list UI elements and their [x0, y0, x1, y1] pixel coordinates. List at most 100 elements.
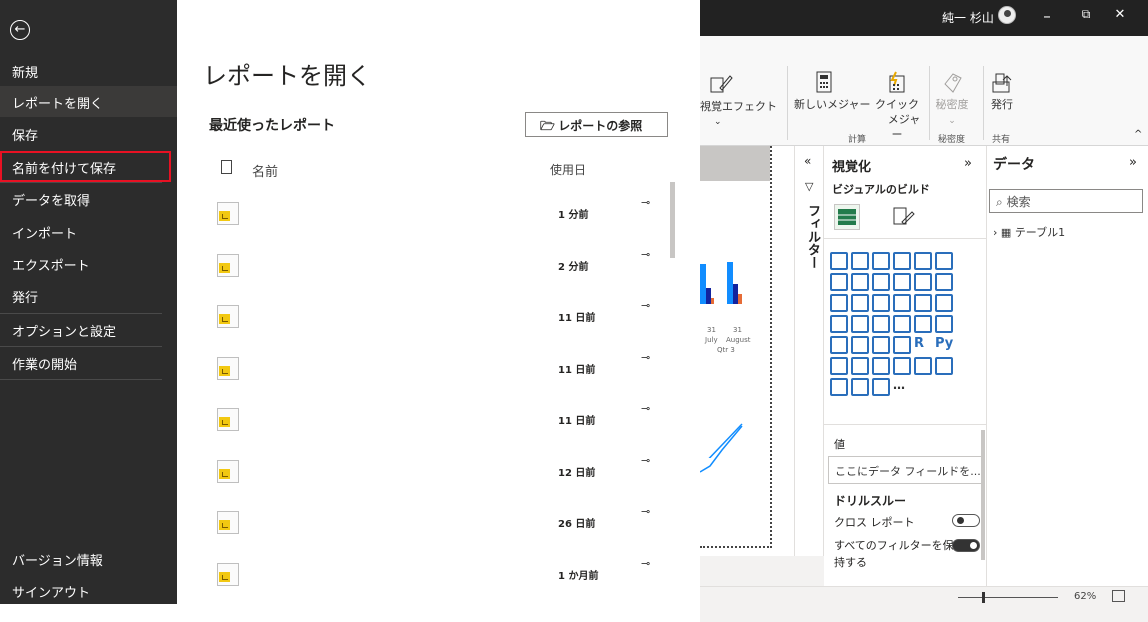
collapse-icon[interactable]: »	[964, 156, 972, 171]
stacked-bar-icon[interactable]	[830, 252, 848, 270]
clustered-bar-icon[interactable]	[872, 252, 890, 270]
multi-row-card-icon[interactable]	[935, 315, 953, 333]
value-field-well[interactable]: ここにデータ フィールドを...	[828, 456, 983, 484]
close-button[interactable]: ✕	[1110, 7, 1130, 22]
menu-save[interactable]: 保存	[0, 118, 177, 149]
narrative-icon[interactable]	[893, 357, 911, 375]
minimize-button[interactable]: –	[1037, 7, 1057, 25]
pin-icon[interactable]: ⊸	[641, 402, 650, 415]
menu-publish[interactable]: 発行	[0, 280, 177, 311]
line-clustered-icon[interactable]	[914, 273, 932, 291]
line-chart-icon[interactable]	[830, 273, 848, 291]
publish-button[interactable]: 発行	[986, 70, 1018, 113]
column-header-name[interactable]: 名前	[252, 161, 278, 180]
gauge-icon[interactable]	[893, 315, 911, 333]
power-automate-icon[interactable]	[851, 378, 869, 396]
calculator-icon	[816, 71, 832, 93]
pin-icon[interactable]: ⊸	[641, 351, 650, 364]
waterfall-icon[interactable]	[830, 294, 848, 312]
cross-report-toggle[interactable]	[952, 514, 980, 527]
data-table-item[interactable]: › ▦ テーブル1	[993, 224, 1065, 240]
new-measure-button[interactable]: 新しいメジャー	[794, 70, 870, 113]
browse-reports-button[interactable]: 🗁 レポートの参照	[525, 112, 668, 137]
user-avatar[interactable]	[998, 6, 1016, 24]
recent-report-row[interactable]: 26 日前 ⊸	[177, 495, 667, 547]
azure-map-icon[interactable]	[872, 315, 890, 333]
pie-chart-icon[interactable]	[893, 294, 911, 312]
recent-report-row[interactable]: 11 日前 ⊸	[177, 289, 667, 341]
table-icon[interactable]	[872, 336, 890, 354]
filters-pane[interactable]: « ▽ フィルター	[794, 146, 824, 556]
goals-icon[interactable]	[914, 357, 932, 375]
data-search-input[interactable]: ⌕ 検索	[989, 189, 1143, 213]
quick-measure-button[interactable]: クイック メジャー	[870, 70, 924, 143]
back-button[interactable]: ←	[10, 20, 30, 40]
map-icon[interactable]	[830, 315, 848, 333]
stacked-area-icon[interactable]	[872, 273, 890, 291]
fit-page-icon[interactable]	[1112, 590, 1125, 602]
paginated-report-icon[interactable]	[935, 357, 953, 375]
zoom-slider[interactable]	[958, 597, 1058, 598]
pin-icon[interactable]: ⊸	[641, 557, 650, 570]
menu-open-report[interactable]: レポートを開く	[0, 86, 177, 117]
menu-get-data[interactable]: データを取得	[0, 183, 177, 214]
kpi-icon[interactable]	[830, 336, 848, 354]
pin-icon[interactable]: ⊸	[641, 505, 650, 518]
menu-export[interactable]: エクスポート	[0, 248, 177, 279]
qa-icon[interactable]	[872, 357, 890, 375]
menu-save-as[interactable]: 名前を付けて保存	[0, 151, 171, 182]
recent-report-row[interactable]: 11 日前 ⊸	[177, 392, 667, 444]
recent-report-row[interactable]: 1 か月前 ⊸	[177, 547, 667, 599]
list-scrollbar[interactable]	[670, 182, 675, 258]
card-icon[interactable]	[914, 315, 932, 333]
powerbi-visual-icon[interactable]	[872, 378, 890, 396]
treemap-icon[interactable]	[935, 294, 953, 312]
keep-filters-toggle[interactable]	[952, 539, 980, 552]
power-apps-icon[interactable]	[830, 378, 848, 396]
scatter-icon[interactable]	[872, 294, 890, 312]
zoom-slider-thumb[interactable]	[982, 592, 985, 603]
powerbi-background: 純一 杉山 – ⧉ ✕ 視覚エフェクト ⌄ 新しいメジャー クイック メジャー	[700, 0, 1148, 622]
recent-report-row[interactable]: 1 分前 ⊸	[177, 186, 667, 238]
menu-options[interactable]: オプションと設定	[0, 314, 177, 345]
clustered-column-icon[interactable]	[893, 252, 911, 270]
recent-report-row[interactable]: 2 分前 ⊸	[177, 238, 667, 290]
recent-report-row[interactable]: 12 日前 ⊸	[177, 444, 667, 496]
python-visual-icon[interactable]: Py	[935, 336, 953, 354]
build-visual-tab[interactable]	[834, 204, 860, 230]
key-influencers-icon[interactable]	[830, 357, 848, 375]
funnel-icon[interactable]	[851, 294, 869, 312]
menu-getting-started[interactable]: 作業の開始	[0, 347, 177, 378]
pin-icon[interactable]: ⊸	[641, 454, 650, 467]
100-column-icon[interactable]	[935, 252, 953, 270]
more-visuals-icon[interactable]: …	[893, 378, 911, 396]
menu-about[interactable]: バージョン情報	[0, 543, 177, 574]
report-canvas[interactable]: 31 31 July August Qtr 3	[700, 146, 794, 556]
pin-icon[interactable]: ⊸	[641, 299, 650, 312]
pin-icon[interactable]: ⊸	[641, 248, 650, 261]
viz-scrollbar[interactable]	[981, 430, 985, 560]
recent-report-row[interactable]: 11 日前 ⊸	[177, 341, 667, 393]
menu-sign-out[interactable]: サインアウト	[0, 575, 177, 606]
menu-new[interactable]: 新規	[0, 55, 177, 86]
r-visual-icon[interactable]: R	[914, 336, 932, 354]
filled-map-icon[interactable]	[851, 315, 869, 333]
pin-icon[interactable]: ⊸	[641, 196, 650, 209]
menu-import[interactable]: インポート	[0, 216, 177, 247]
area-chart-icon[interactable]	[851, 273, 869, 291]
sensitivity-button[interactable]: 秘密度 ⌄	[932, 70, 972, 128]
slicer-icon[interactable]	[851, 336, 869, 354]
line-column-icon[interactable]	[893, 273, 911, 291]
restore-button[interactable]: ⧉	[1076, 7, 1096, 22]
stacked-column-icon[interactable]	[851, 252, 869, 270]
matrix-icon[interactable]	[893, 336, 911, 354]
ribbon-chart-icon[interactable]	[935, 273, 953, 291]
100-bar-icon[interactable]	[914, 252, 932, 270]
donut-chart-icon[interactable]	[914, 294, 932, 312]
collapse-data-icon[interactable]: »	[1129, 155, 1137, 170]
collapse-ribbon-icon[interactable]: ^	[1134, 129, 1142, 140]
expand-icon[interactable]: «	[804, 154, 811, 168]
format-visual-icon[interactable]	[890, 204, 916, 230]
column-header-date[interactable]: 使用日	[550, 161, 586, 178]
decomposition-tree-icon[interactable]	[851, 357, 869, 375]
